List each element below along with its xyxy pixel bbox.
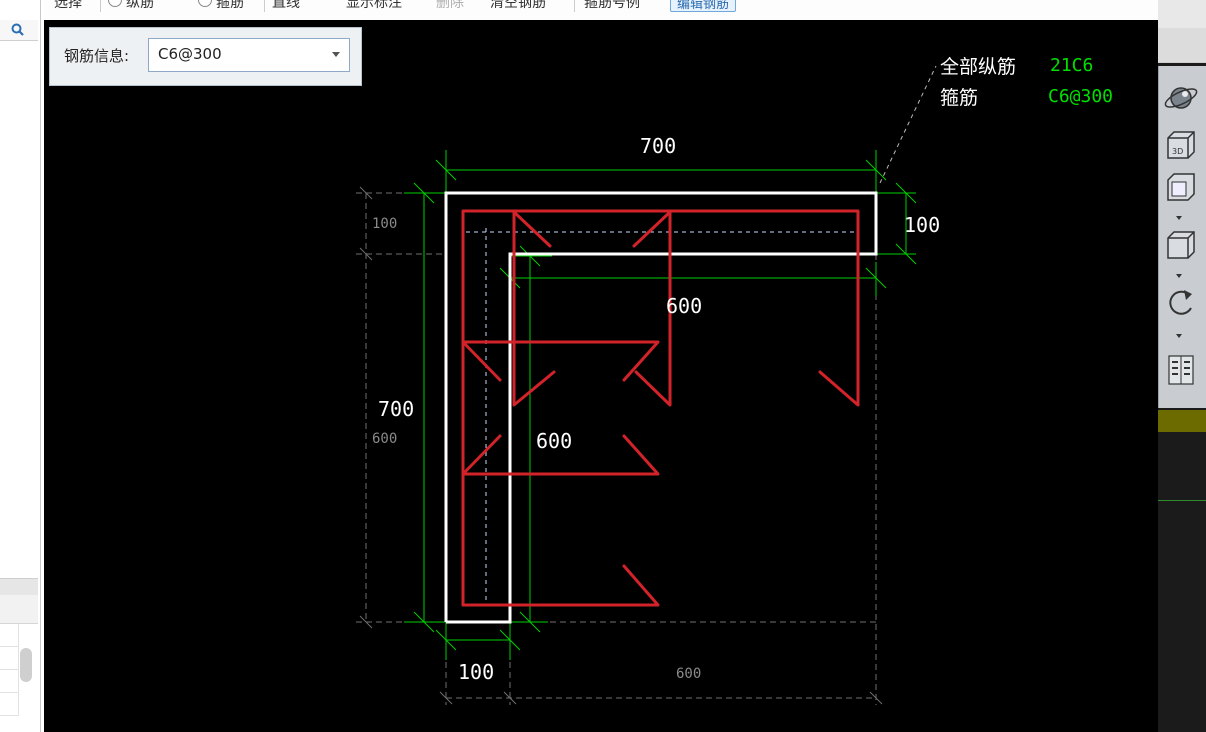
toolbar-separator (100, 0, 101, 12)
dim-bottom-width: 100 (458, 660, 495, 684)
section-outline (444, 191, 878, 624)
orbit-icon[interactable] (1162, 80, 1200, 116)
radio-stirrup[interactable] (198, 0, 212, 7)
edit-rebar-button[interactable]: 编辑钢筋 (670, 0, 737, 12)
svg-text:3D: 3D (1172, 147, 1183, 156)
list-item[interactable] (0, 693, 19, 716)
list-item[interactable] (0, 670, 19, 693)
search-icon[interactable] (10, 22, 26, 38)
chevron-down-icon[interactable] (1176, 274, 1182, 278)
view-box-icon[interactable] (1162, 170, 1200, 206)
view-3d-icon[interactable]: 3D (1162, 126, 1200, 162)
rebar-stirrups (461, 209, 860, 607)
rotate-icon[interactable] (1162, 286, 1200, 322)
tool-show-dimensions[interactable]: 显示标注 (346, 0, 402, 12)
chevron-down-icon[interactable] (1176, 216, 1182, 220)
green-dimension-lines (404, 150, 917, 660)
section-drawing (356, 65, 937, 705)
view-cube-icon[interactable] (1162, 228, 1200, 264)
toolbar: 选择 纵筋 箍筋 直线 显示标注 删除 清空钢筋 箍筋号例 编辑钢筋 (44, 0, 1158, 21)
layer-grid-icon[interactable] (1162, 352, 1200, 388)
tool-delete[interactable]: 删除 (436, 0, 464, 12)
dim-inner-height: 600 (536, 429, 573, 453)
toolbar-separator (264, 0, 265, 12)
right-panel-header-button[interactable] (1158, 28, 1206, 62)
dim-left-height: 700 (378, 397, 415, 421)
list-item[interactable] (0, 647, 19, 670)
tool-stirrup-numbering[interactable]: 箍筋号例 (584, 0, 640, 12)
chevron-down-icon[interactable] (332, 52, 340, 57)
tool-clear-rebar[interactable]: 清空钢筋 (490, 0, 546, 12)
right-panel-band (1158, 410, 1206, 432)
tool-longitudinal[interactable]: 纵筋 (126, 0, 154, 12)
dim-top-width: 700 (640, 134, 677, 158)
dim-inner-width: 600 (666, 294, 703, 318)
right-panel-divider (1158, 500, 1206, 501)
dim-bottom-gray-width: 600 (676, 666, 702, 682)
legend-longitudinal-value: 21C6 (1050, 55, 1094, 76)
legend-longitudinal-label: 全部纵筋 (940, 56, 1017, 78)
left-scrollbar-thumb[interactable] (20, 648, 32, 682)
legend-stirrup-value: C6@300 (1048, 86, 1114, 107)
rebar-info-label: 钢筋信息: (64, 47, 130, 65)
legend-stirrup-label: 箍筋 (940, 87, 979, 109)
tool-select[interactable]: 选择 (54, 0, 82, 12)
dim-left-gray-thickness: 100 (372, 216, 398, 232)
left-panel-header (0, 595, 38, 624)
gray-dimension-lines (356, 65, 937, 705)
drawing-canvas[interactable]: 700 100 600 700 600 100 100 600 600 (44, 20, 1158, 732)
rebar-info-value[interactable]: C6@300 (158, 45, 222, 63)
list-item[interactable] (0, 624, 19, 647)
radio-longitudinal[interactable] (108, 0, 122, 7)
toolbar-separator (574, 0, 575, 12)
chevron-down-icon[interactable] (1176, 334, 1182, 338)
tool-line[interactable]: 直线 (272, 0, 300, 12)
tool-stirrup[interactable]: 箍筋 (216, 0, 244, 12)
dim-left-gray-height: 600 (372, 431, 398, 447)
left-panel-splitter[interactable] (0, 578, 38, 596)
dim-top-thickness: 100 (904, 213, 941, 237)
gray-ticks (359, 186, 883, 705)
